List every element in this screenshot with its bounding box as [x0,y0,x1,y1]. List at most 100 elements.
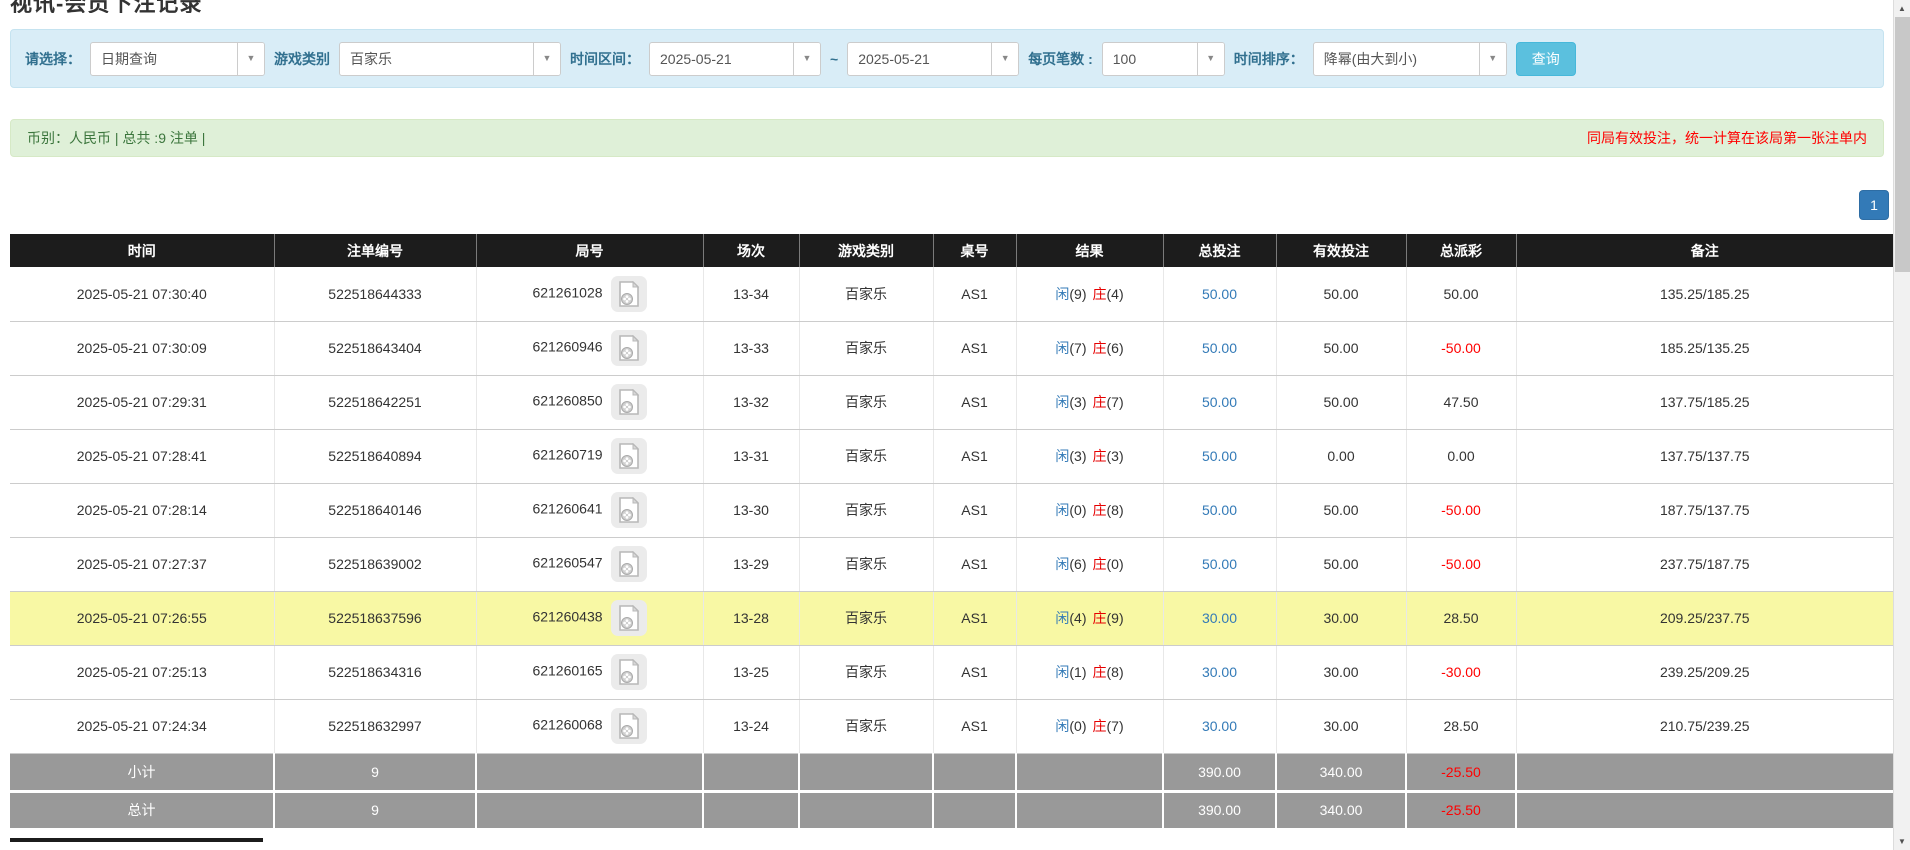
player-score: (0) [1069,502,1086,518]
payout-cell: 0.00 [1406,429,1516,483]
round-id-cell: 621260438 [476,591,703,645]
valid-bet-cell: 30.00 [1276,699,1406,753]
video-replay-icon [618,713,640,739]
game-type-label: 游戏类别 [274,49,330,69]
video-replay-icon [618,605,640,631]
total-bet-cell: 50.00 [1163,537,1276,591]
total-count: 9 [274,791,476,829]
page-size-dropdown-button[interactable]: ▼ [1197,43,1224,75]
game-type-dropdown[interactable]: 百家乐 ▼ [339,42,561,76]
total-bet-cell: 50.00 [1163,321,1276,375]
round-id: 621260641 [532,501,602,517]
remark-cell: 209.25/237.75 [1516,591,1893,645]
payout-cell: -50.00 [1406,321,1516,375]
banker-score: (8) [1107,502,1124,518]
banker-label: 庄 [1093,394,1107,410]
page-1-button[interactable]: 1 [1859,190,1889,220]
result-cell: 闲(0)庄(7) [1016,699,1163,753]
total-bet-cell: 50.00 [1163,429,1276,483]
player-label: 闲 [1055,502,1069,518]
player-label: 闲 [1055,718,1069,734]
total-label: 总计 [10,791,274,829]
video-replay-button[interactable] [611,492,647,528]
page-size-dropdown[interactable]: 100 ▼ [1102,42,1225,76]
table-row: 2025-05-21 07:25:13 522518634316 6212601… [10,645,1893,699]
total-bet-cell: 30.00 [1163,645,1276,699]
total-bet-link[interactable]: 50.00 [1202,394,1237,410]
date-to-dropdown[interactable]: 2025-05-21 ▼ [847,42,1019,76]
video-replay-button[interactable] [611,384,647,420]
header-total-bet: 总投注 [1163,234,1276,267]
valid-bet-cell: 30.00 [1276,645,1406,699]
total-bet-link[interactable]: 50.00 [1202,286,1237,302]
total-bet-cell: 30.00 [1163,591,1276,645]
search-button[interactable]: 查询 [1516,42,1576,76]
chevron-down-icon: ▼ [543,54,552,63]
table-no-cell: AS1 [933,375,1016,429]
bet-id-cell: 522518640146 [274,483,476,537]
total-bet-link[interactable]: 50.00 [1202,448,1237,464]
query-type-dropdown-button[interactable]: ▼ [237,43,264,75]
banker-label: 庄 [1093,340,1107,356]
player-score: (7) [1069,340,1086,356]
session-cell: 13-30 [703,483,799,537]
round-id: 621261028 [532,284,602,300]
date-to-dropdown-button[interactable]: ▼ [991,43,1018,75]
time-sort-dropdown[interactable]: 降幂(由大到小) ▼ [1313,42,1507,76]
remark-cell: 187.75/137.75 [1516,483,1893,537]
player-label: 闲 [1055,664,1069,680]
page-title-clipped: 视讯-会员下注记录 [10,0,1893,13]
video-replay-button[interactable] [611,276,647,312]
round-id-cell: 621260068 [476,699,703,753]
video-replay-button[interactable] [611,708,647,744]
query-type-dropdown[interactable]: 日期查询 ▼ [90,42,265,76]
table-row: 2025-05-21 07:30:09 522518643404 6212609… [10,321,1893,375]
time-sort-dropdown-button[interactable]: ▼ [1479,43,1506,75]
table-row: 2025-05-21 07:28:41 522518640894 6212607… [10,429,1893,483]
table-no-cell: AS1 [933,321,1016,375]
video-replay-icon [618,551,640,577]
total-total-bet: 390.00 [1163,791,1276,829]
time-cell: 2025-05-21 07:28:41 [10,429,274,483]
result-cell: 闲(4)庄(9) [1016,591,1163,645]
player-score: (1) [1069,664,1086,680]
video-replay-button[interactable] [611,600,647,636]
result-cell: 闲(9)庄(4) [1016,267,1163,321]
table-body: 2025-05-21 07:30:40 522518644333 6212610… [10,267,1893,753]
video-replay-button[interactable] [611,654,647,690]
subtotal-total-bet: 390.00 [1163,753,1276,791]
total-bet-link[interactable]: 50.00 [1202,556,1237,572]
scroll-up-arrow-icon[interactable]: ▲ [1894,0,1910,17]
page-size-label: 每页笔数 : [1028,49,1093,69]
valid-bet-cell: 50.00 [1276,375,1406,429]
bet-id-cell: 522518639002 [274,537,476,591]
player-label: 闲 [1055,556,1069,572]
date-from-dropdown-button[interactable]: ▼ [793,43,820,75]
date-range-tilde: ~ [830,51,838,67]
total-bet-link[interactable]: 30.00 [1202,718,1237,734]
subtotal-row: 小计 9 390.00 340.00 -25.50 [10,753,1893,791]
scroll-down-arrow-icon[interactable]: ▼ [1894,833,1910,850]
video-replay-button[interactable] [611,330,647,366]
total-bet-link[interactable]: 30.00 [1202,610,1237,626]
scrollbar-thumb[interactable] [1895,17,1910,272]
player-label: 闲 [1055,394,1069,410]
total-bet-link[interactable]: 50.00 [1202,340,1237,356]
game-type-dropdown-button[interactable]: ▼ [533,43,560,75]
table-no-cell: AS1 [933,483,1016,537]
total-bet-link[interactable]: 50.00 [1202,502,1237,518]
video-replay-icon [618,497,640,523]
payout-cell: -30.00 [1406,645,1516,699]
game-type-cell: 百家乐 [799,591,933,645]
round-id-cell: 621260719 [476,429,703,483]
game-type-value: 百家乐 [340,43,533,75]
banker-score: (9) [1107,610,1124,626]
remark-cell: 137.75/185.25 [1516,375,1893,429]
vertical-scrollbar[interactable]: ▲ ▼ [1893,0,1910,850]
session-cell: 13-32 [703,375,799,429]
video-replay-button[interactable] [611,438,647,474]
date-from-dropdown[interactable]: 2025-05-21 ▼ [649,42,821,76]
player-score: (6) [1069,556,1086,572]
video-replay-button[interactable] [611,546,647,582]
total-bet-link[interactable]: 30.00 [1202,664,1237,680]
